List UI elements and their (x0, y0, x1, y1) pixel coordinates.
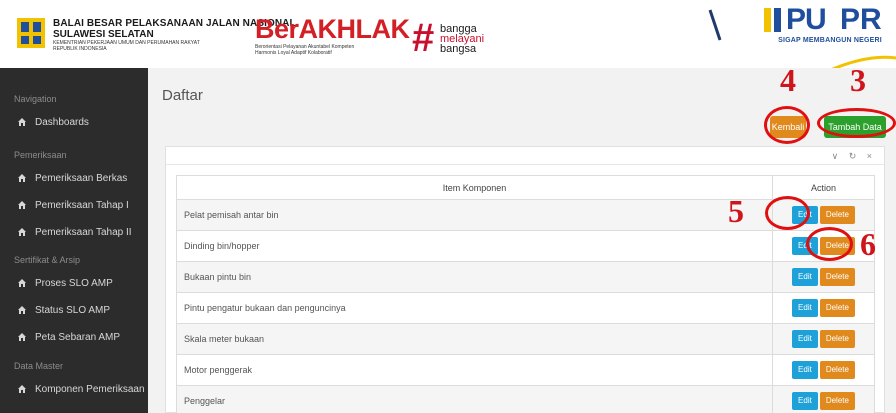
edit-button[interactable]: Edit (792, 268, 818, 286)
sidebar-item-komponen-pemeriksaan[interactable]: Komponen Pemeriksaan (0, 375, 148, 403)
sidebar-item-label: Peta Sebaran AMP (35, 331, 121, 343)
sidebar-item-peta-sebaran[interactable]: Peta Sebaran AMP (0, 323, 148, 351)
home-icon (18, 228, 26, 236)
sidebar-item-proses-slo[interactable]: Proses SLO AMP (0, 269, 148, 297)
delete-button[interactable]: Delete (819, 268, 855, 286)
home-icon (18, 118, 26, 126)
annotation-circle-delete (806, 227, 853, 261)
delete-button[interactable]: Delete (819, 299, 855, 317)
table-row: Penggelar Edit Delete (176, 385, 875, 413)
item-name-cell: Skala meter bukaan (176, 323, 773, 355)
annotation-number-4: 4 (780, 62, 796, 98)
action-cell: Edit Delete (772, 354, 875, 386)
sidebar-item-pemeriksaan-tahap-1[interactable]: Pemeriksaan Tahap I (0, 191, 148, 219)
item-name-cell: Motor penggerak (176, 354, 773, 386)
sidebar-item-label: Proses SLO AMP (35, 277, 113, 289)
pupr-word-right: PR (840, 3, 882, 36)
edit-button[interactable]: Edit (792, 392, 818, 410)
action-cell: Edit Delete (772, 323, 875, 355)
home-icon (18, 174, 26, 182)
item-name-cell: Bukaan pintu bin (176, 261, 773, 293)
edit-button[interactable]: Edit (792, 330, 818, 348)
berakhlak-word: BerAKHLAK (255, 14, 410, 44)
sidebar-section-data-master: Data Master (14, 361, 64, 371)
column-header-item: Item Komponen (176, 175, 773, 200)
edit-button[interactable]: Edit (792, 299, 818, 317)
top-header: BALAI BESAR PELAKSANAAN JALAN NASIONAL S… (0, 0, 896, 72)
sidebar-item-label: Komponen Pemeriksaan (35, 383, 145, 395)
item-name-cell: Dinding bin/hopper (176, 230, 773, 262)
table-row: Skala meter bukaan Edit Delete (176, 323, 875, 355)
sidebar-section-sertifikat: Sertifikat & Arsip (14, 255, 81, 265)
sidebar-item-pemeriksaan-tahap-2[interactable]: Pemeriksaan Tahap II (0, 218, 148, 246)
home-icon (18, 279, 26, 287)
sidebar-item-label: Dashboards (35, 116, 89, 128)
app-root: BALAI BESAR PELAKSANAAN JALAN NASIONAL S… (0, 0, 896, 413)
list-panel: ∨ ↻ × Item Komponen Action Pelat pemisah… (165, 146, 885, 413)
action-cell: Edit Delete (772, 261, 875, 293)
pupr-logo: PU PR SIGAP MEMBANGUN NEGERI (764, 4, 896, 59)
table-row: Bukaan pintu bin Edit Delete (176, 261, 875, 293)
hash-icon: # (412, 16, 435, 60)
panel-divider (166, 164, 884, 165)
edit-button[interactable]: Edit (792, 361, 818, 379)
sidebar-section-navigation: Navigation (14, 94, 57, 104)
annotation-circle-edit (765, 196, 810, 230)
delete-button[interactable]: Delete (819, 330, 855, 348)
action-cell: Edit Delete (772, 292, 875, 324)
annotation-circle-add (817, 108, 896, 138)
delete-button[interactable]: Delete (819, 206, 855, 224)
annotation-number-3: 3 (850, 62, 866, 98)
table-row: Pintu pengatur bukaan dan penguncinya Ed… (176, 292, 875, 324)
annotation-number-5: 5 (728, 193, 744, 229)
sidebar-item-label: Pemeriksaan Berkas (35, 172, 128, 184)
page-title: Daftar (162, 87, 203, 104)
pupr-institution-logo (17, 18, 45, 48)
sidebar-section-pemeriksaan: Pemeriksaan (14, 150, 67, 160)
sidebar: Navigation Dashboards Pemeriksaan Pemeri… (0, 68, 148, 413)
delete-button[interactable]: Delete (819, 361, 855, 379)
berakhlak-tagline-2: Harmonis Loyal Adaptif Kolaboratif (255, 50, 332, 56)
annotation-number-6: 6 (860, 226, 876, 262)
table-row: Motor penggerak Edit Delete (176, 354, 875, 386)
berakhlak-logo: BerAKHLAK Berorientasi Pelayanan Akuntab… (255, 14, 410, 56)
sidebar-item-status-slo[interactable]: Status SLO AMP (0, 296, 148, 324)
pupr-tagline: SIGAP MEMBANGUN NEGERI (778, 37, 882, 44)
action-cell: Edit Delete (772, 385, 875, 413)
item-name-cell: Pelat pemisah antar bin (176, 199, 773, 231)
home-icon (18, 201, 26, 209)
sidebar-item-label: Pemeriksaan Tahap I (35, 199, 129, 211)
pupr-word-left: PU (786, 3, 827, 36)
sidebar-item-label: Pemeriksaan Tahap II (35, 226, 132, 238)
home-icon (18, 306, 26, 314)
delete-button[interactable]: Delete (819, 392, 855, 410)
home-icon (18, 333, 26, 341)
item-name-cell: Penggelar (176, 385, 773, 413)
decorative-slash-icon (708, 9, 722, 41)
bangga-word-3: bangsa (440, 43, 477, 55)
bangga-words: bangga melayani bangsa (440, 24, 500, 55)
pupr-mark-icon (764, 8, 781, 32)
panel-tools[interactable]: ∨ ↻ × (832, 151, 876, 162)
home-icon (18, 385, 26, 393)
item-name-cell: Pintu pengatur bukaan dan penguncinya (176, 292, 773, 324)
table-row: Dinding bin/hopper Edit Delete (176, 230, 875, 262)
annotation-circle-back (764, 106, 810, 144)
sidebar-item-pemeriksaan-berkas[interactable]: Pemeriksaan Berkas (0, 164, 148, 192)
sidebar-item-label: Status SLO AMP (35, 304, 111, 316)
sidebar-item-dashboards[interactable]: Dashboards (0, 108, 148, 136)
